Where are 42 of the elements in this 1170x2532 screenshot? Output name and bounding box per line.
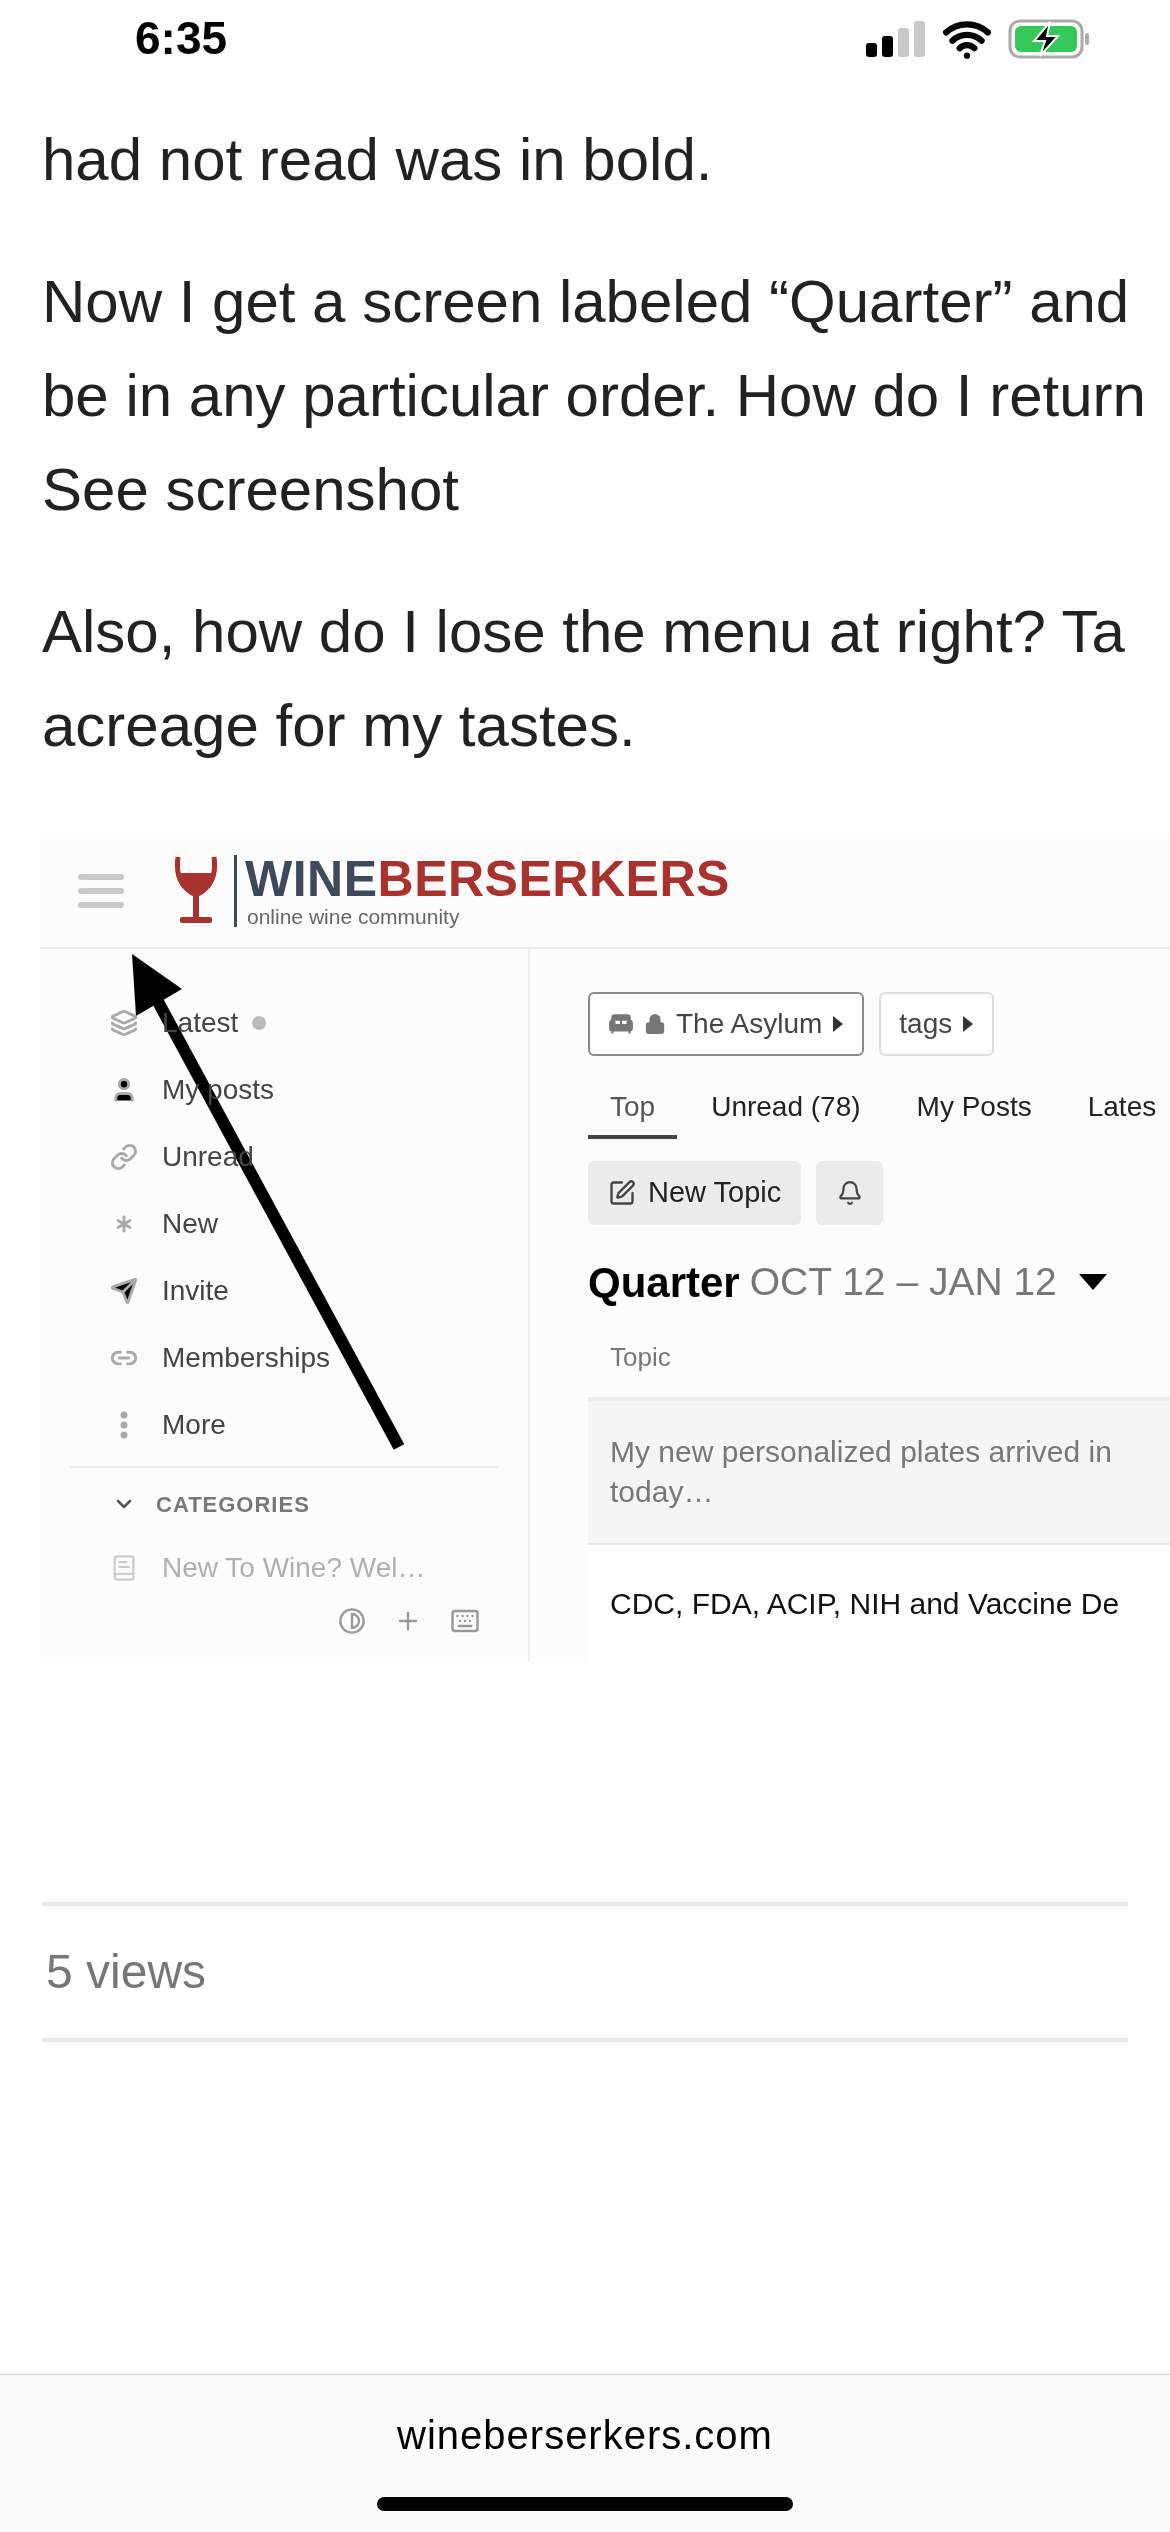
site-wordmark: WINEBERSERKERS xyxy=(245,852,730,905)
sidebar-item[interactable]: More xyxy=(162,1403,226,1446)
more-icon xyxy=(120,1410,128,1439)
status-time: 6:35 xyxy=(135,11,228,66)
pencil-icon xyxy=(608,1179,636,1207)
sidebar-item[interactable]: New xyxy=(162,1202,218,1245)
caret-icon xyxy=(962,1015,975,1033)
signal-icon xyxy=(866,20,926,57)
sofa-icon xyxy=(608,1011,634,1037)
topic-title[interactable]: My new personalized plates arrived in today… xyxy=(610,1432,1170,1512)
breadcrumb-dropdown[interactable]: tags xyxy=(879,992,995,1056)
battery-charging-icon xyxy=(1008,18,1090,59)
paper-plane-icon xyxy=(110,1276,138,1305)
breadcrumb-dropdown[interactable]: The Asylum xyxy=(588,992,865,1056)
nav-tab[interactable]: Unread (78) xyxy=(689,1079,883,1139)
browser-address[interactable]: wineberserkers.com xyxy=(397,2405,773,2465)
post-paragraph: Also, how do I lose the menu at right? Ta acreage for my tastes. xyxy=(42,597,1125,761)
lock-icon xyxy=(644,1013,666,1035)
column-header: Topic xyxy=(610,1340,671,1374)
layers-icon xyxy=(110,1008,138,1037)
sidebar-item[interactable]: Invite xyxy=(162,1269,229,1312)
menu-icon[interactable] xyxy=(78,871,124,910)
section-heading: CATEGORIES xyxy=(156,1490,310,1519)
topic-row[interactable]: My new personalized plates arrived in today… xyxy=(588,1401,1170,1545)
post-paragraph: Now I get a screen labeled “Quarter” and be in any particular order. How do I return See screenshot xyxy=(42,267,1146,525)
post-paragraph: had not read was in bold. xyxy=(42,125,713,195)
contrast-icon[interactable] xyxy=(338,1607,366,1635)
site-tagline: online wine community xyxy=(247,904,461,929)
topic-title[interactable]: CDC, FDA, ACIP, NIH and Vaccine De xyxy=(610,1584,1170,1624)
new-topic-button[interactable]: New Topic xyxy=(588,1161,802,1225)
sidebar-item[interactable]: Memberships xyxy=(162,1336,331,1379)
link-icon xyxy=(110,1142,138,1171)
dropdown-caret-icon[interactable] xyxy=(1078,1274,1107,1290)
notifications-button[interactable] xyxy=(816,1161,884,1225)
caret-icon xyxy=(832,1015,845,1033)
bell-icon xyxy=(836,1180,863,1206)
nav-tab[interactable]: Top xyxy=(588,1079,678,1139)
period-range[interactable]: OCT 12 – JAN 12 xyxy=(749,1252,1057,1312)
nav-tab[interactable]: My Posts xyxy=(894,1079,1054,1139)
nav-tab[interactable]: Lates xyxy=(1065,1079,1170,1139)
period-title: Quarter xyxy=(588,1257,740,1308)
view-count: 5 views xyxy=(46,1944,207,2000)
